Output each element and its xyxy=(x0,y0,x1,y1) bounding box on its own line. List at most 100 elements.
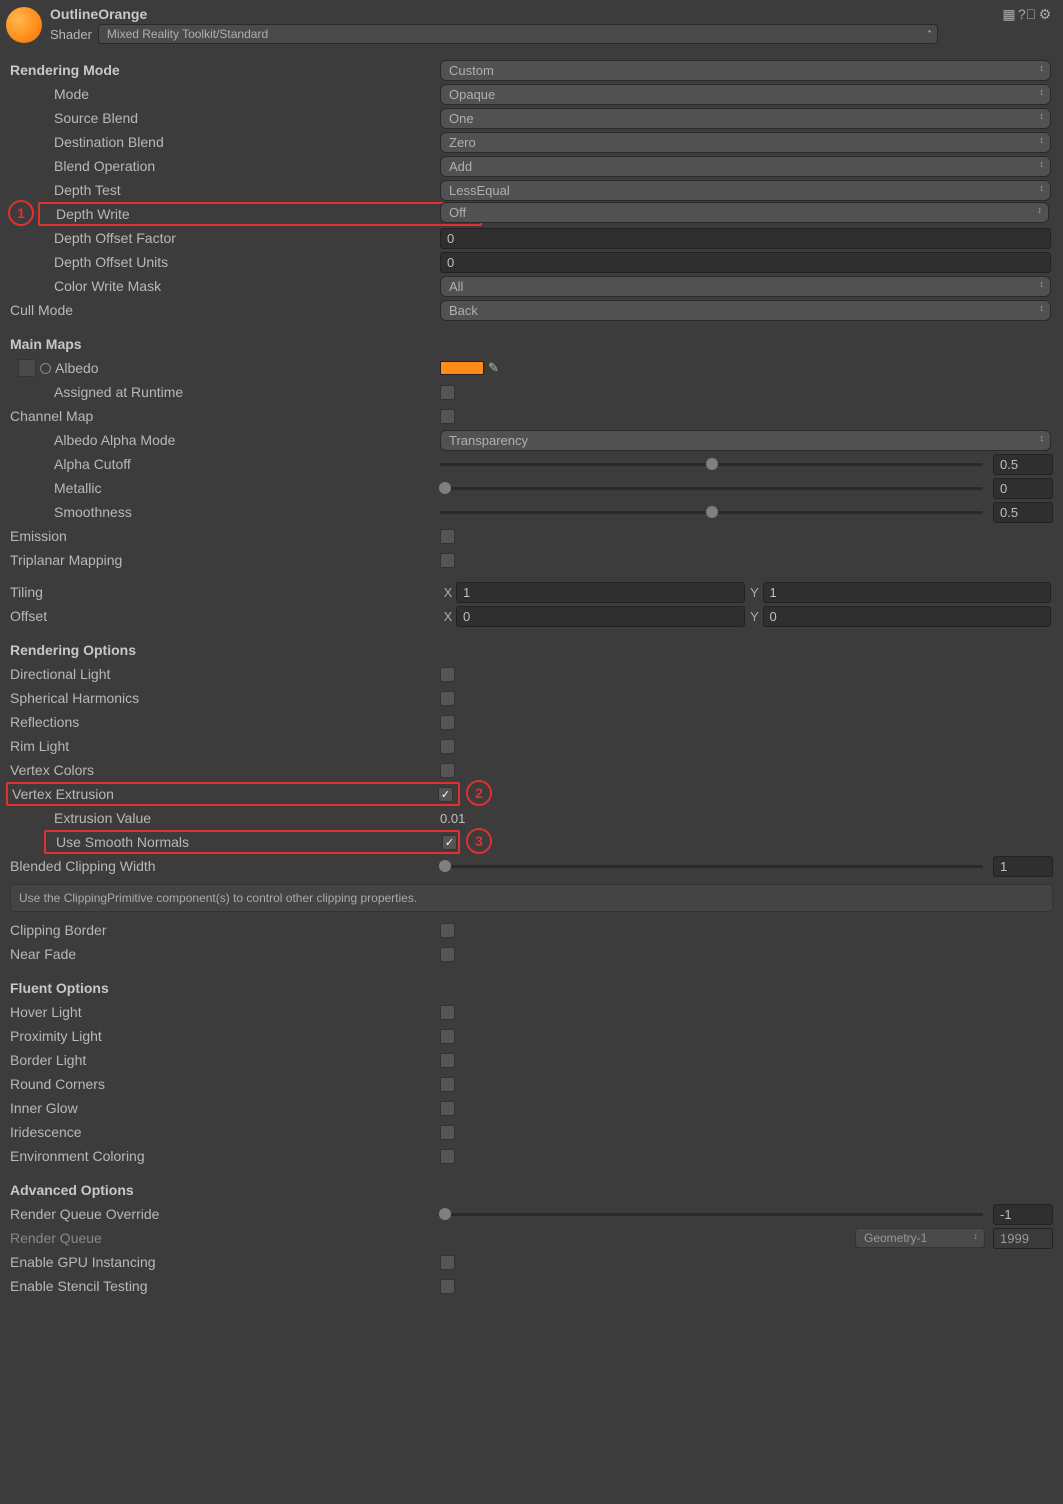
blended-clipping-label: Blended Clipping Width xyxy=(10,858,440,874)
settings-icon[interactable]: ⚙ xyxy=(1037,6,1053,22)
extrusion-value-label: Extrusion Value xyxy=(10,810,440,826)
rim-light-label: Rim Light xyxy=(10,738,440,754)
smoothness-label: Smoothness xyxy=(10,504,440,520)
clipping-border-label: Clipping Border xyxy=(10,922,440,938)
mode-label: Mode xyxy=(10,86,440,102)
color-write-mask-label: Color Write Mask xyxy=(10,278,440,294)
env-coloring-checkbox[interactable] xyxy=(440,1149,455,1164)
border-light-label: Border Light xyxy=(10,1052,440,1068)
render-queue-dropdown[interactable]: Geometry-1 xyxy=(855,1228,985,1248)
offset-x-field[interactable]: 0 xyxy=(456,606,745,627)
tiling-y-field[interactable]: 1 xyxy=(763,582,1052,603)
round-corners-label: Round Corners xyxy=(10,1076,440,1092)
dest-blend-dropdown[interactable]: Zero xyxy=(440,132,1051,153)
assigned-runtime-checkbox[interactable] xyxy=(440,385,455,400)
smooth-normals-checkbox[interactable]: ✓ xyxy=(442,835,457,850)
directional-light-label: Directional Light xyxy=(10,666,440,682)
source-blend-dropdown[interactable]: One xyxy=(440,108,1051,129)
albedo-label: Albedo xyxy=(55,360,99,376)
round-corners-checkbox[interactable] xyxy=(440,1077,455,1092)
material-preview-sphere[interactable] xyxy=(6,7,42,43)
alpha-cutoff-slider[interactable] xyxy=(440,463,983,466)
blend-op-label: Blend Operation xyxy=(10,158,440,174)
proximity-light-checkbox[interactable] xyxy=(440,1029,455,1044)
help-icon[interactable]: ?⃣ xyxy=(1019,6,1035,22)
extrusion-value-field[interactable]: 0.01 xyxy=(440,811,465,826)
reflections-checkbox[interactable] xyxy=(440,715,455,730)
vertex-colors-checkbox[interactable] xyxy=(440,763,455,778)
tiling-x-field[interactable]: 1 xyxy=(456,582,745,603)
material-header: OutlineOrange Shader Mixed Reality Toolk… xyxy=(10,6,1053,44)
blended-clipping-value[interactable]: 1 xyxy=(993,856,1053,877)
y-label: Y xyxy=(747,585,763,600)
proximity-light-label: Proximity Light xyxy=(10,1028,440,1044)
hover-light-checkbox[interactable] xyxy=(440,1005,455,1020)
rq-override-slider[interactable] xyxy=(440,1213,983,1216)
depth-offset-factor-field[interactable]: 0 xyxy=(440,228,1051,249)
depth-write-label: Depth Write xyxy=(40,206,442,222)
hover-light-label: Hover Light xyxy=(10,1004,440,1020)
advanced-options-title: Advanced Options xyxy=(10,1182,1053,1198)
alpha-cutoff-value[interactable]: 0.5 xyxy=(993,454,1053,475)
cull-mode-dropdown[interactable]: Back xyxy=(440,300,1051,321)
preset-icon[interactable]: ▦ xyxy=(1001,6,1017,22)
offset-label: Offset xyxy=(10,608,440,624)
eyedropper-icon[interactable]: ✎ xyxy=(488,360,499,376)
spherical-harmonics-checkbox[interactable] xyxy=(440,691,455,706)
metallic-value[interactable]: 0 xyxy=(993,478,1053,499)
depth-offset-factor-label: Depth Offset Factor xyxy=(10,230,440,246)
stencil-testing-checkbox[interactable] xyxy=(440,1279,455,1294)
source-blend-label: Source Blend xyxy=(10,110,440,126)
blended-clipping-slider[interactable] xyxy=(440,865,983,868)
smoothness-slider[interactable] xyxy=(440,511,983,514)
clipping-border-checkbox[interactable] xyxy=(440,923,455,938)
render-queue-value: 1999 xyxy=(993,1228,1053,1249)
depth-offset-units-field[interactable]: 0 xyxy=(440,252,1051,273)
depth-write-dropdown[interactable]: Off xyxy=(440,202,1049,223)
rq-override-value[interactable]: -1 xyxy=(993,1204,1053,1225)
offset-y-field[interactable]: 0 xyxy=(763,606,1052,627)
x-label: X xyxy=(440,585,456,600)
triplanar-checkbox[interactable] xyxy=(440,553,455,568)
y-label: Y xyxy=(747,609,763,624)
cull-mode-label: Cull Mode xyxy=(10,302,440,318)
emission-label: Emission xyxy=(10,528,440,544)
inner-glow-checkbox[interactable] xyxy=(440,1101,455,1116)
gpu-instancing-label: Enable GPU Instancing xyxy=(10,1254,440,1270)
albedo-alpha-label: Albedo Alpha Mode xyxy=(10,432,440,448)
spherical-harmonics-label: Spherical Harmonics xyxy=(10,690,440,706)
albedo-alpha-dropdown[interactable]: Transparency xyxy=(440,430,1051,451)
color-write-mask-dropdown[interactable]: All xyxy=(440,276,1051,297)
albedo-texture-slot[interactable] xyxy=(18,359,36,377)
smoothness-value[interactable]: 0.5 xyxy=(993,502,1053,523)
clipping-note: Use the ClippingPrimitive component(s) t… xyxy=(10,884,1053,912)
channel-map-checkbox[interactable] xyxy=(440,409,455,424)
rendering-mode-dropdown[interactable]: Custom xyxy=(440,60,1051,81)
depth-test-dropdown[interactable]: LessEqual xyxy=(440,180,1051,201)
main-maps-title: Main Maps xyxy=(10,336,1053,352)
near-fade-label: Near Fade xyxy=(10,946,440,962)
blend-op-dropdown[interactable]: Add xyxy=(440,156,1051,177)
albedo-radio[interactable] xyxy=(40,363,51,374)
vertex-colors-label: Vertex Colors xyxy=(10,762,440,778)
albedo-color-swatch[interactable] xyxy=(440,361,484,375)
near-fade-checkbox[interactable] xyxy=(440,947,455,962)
gpu-instancing-checkbox[interactable] xyxy=(440,1255,455,1270)
reflections-label: Reflections xyxy=(10,714,440,730)
rendering-mode-label: Rendering Mode xyxy=(10,62,440,78)
shader-dropdown[interactable]: Mixed Reality Toolkit/Standard xyxy=(98,24,938,44)
emission-checkbox[interactable] xyxy=(440,529,455,544)
vertex-extrusion-checkbox[interactable]: ✓ xyxy=(438,787,453,802)
smooth-normals-label: Use Smooth Normals xyxy=(56,834,442,850)
assigned-runtime-label: Assigned at Runtime xyxy=(10,384,440,400)
iridescence-checkbox[interactable] xyxy=(440,1125,455,1140)
border-light-checkbox[interactable] xyxy=(440,1053,455,1068)
rim-light-checkbox[interactable] xyxy=(440,739,455,754)
metallic-slider[interactable] xyxy=(440,487,983,490)
stencil-testing-label: Enable Stencil Testing xyxy=(10,1278,440,1294)
render-queue-label: Render Queue xyxy=(10,1230,440,1246)
inspector-panel: OutlineOrange Shader Mixed Reality Toolk… xyxy=(0,0,1063,1308)
annotation-1: 1 xyxy=(8,200,34,226)
directional-light-checkbox[interactable] xyxy=(440,667,455,682)
mode-dropdown[interactable]: Opaque xyxy=(440,84,1051,105)
